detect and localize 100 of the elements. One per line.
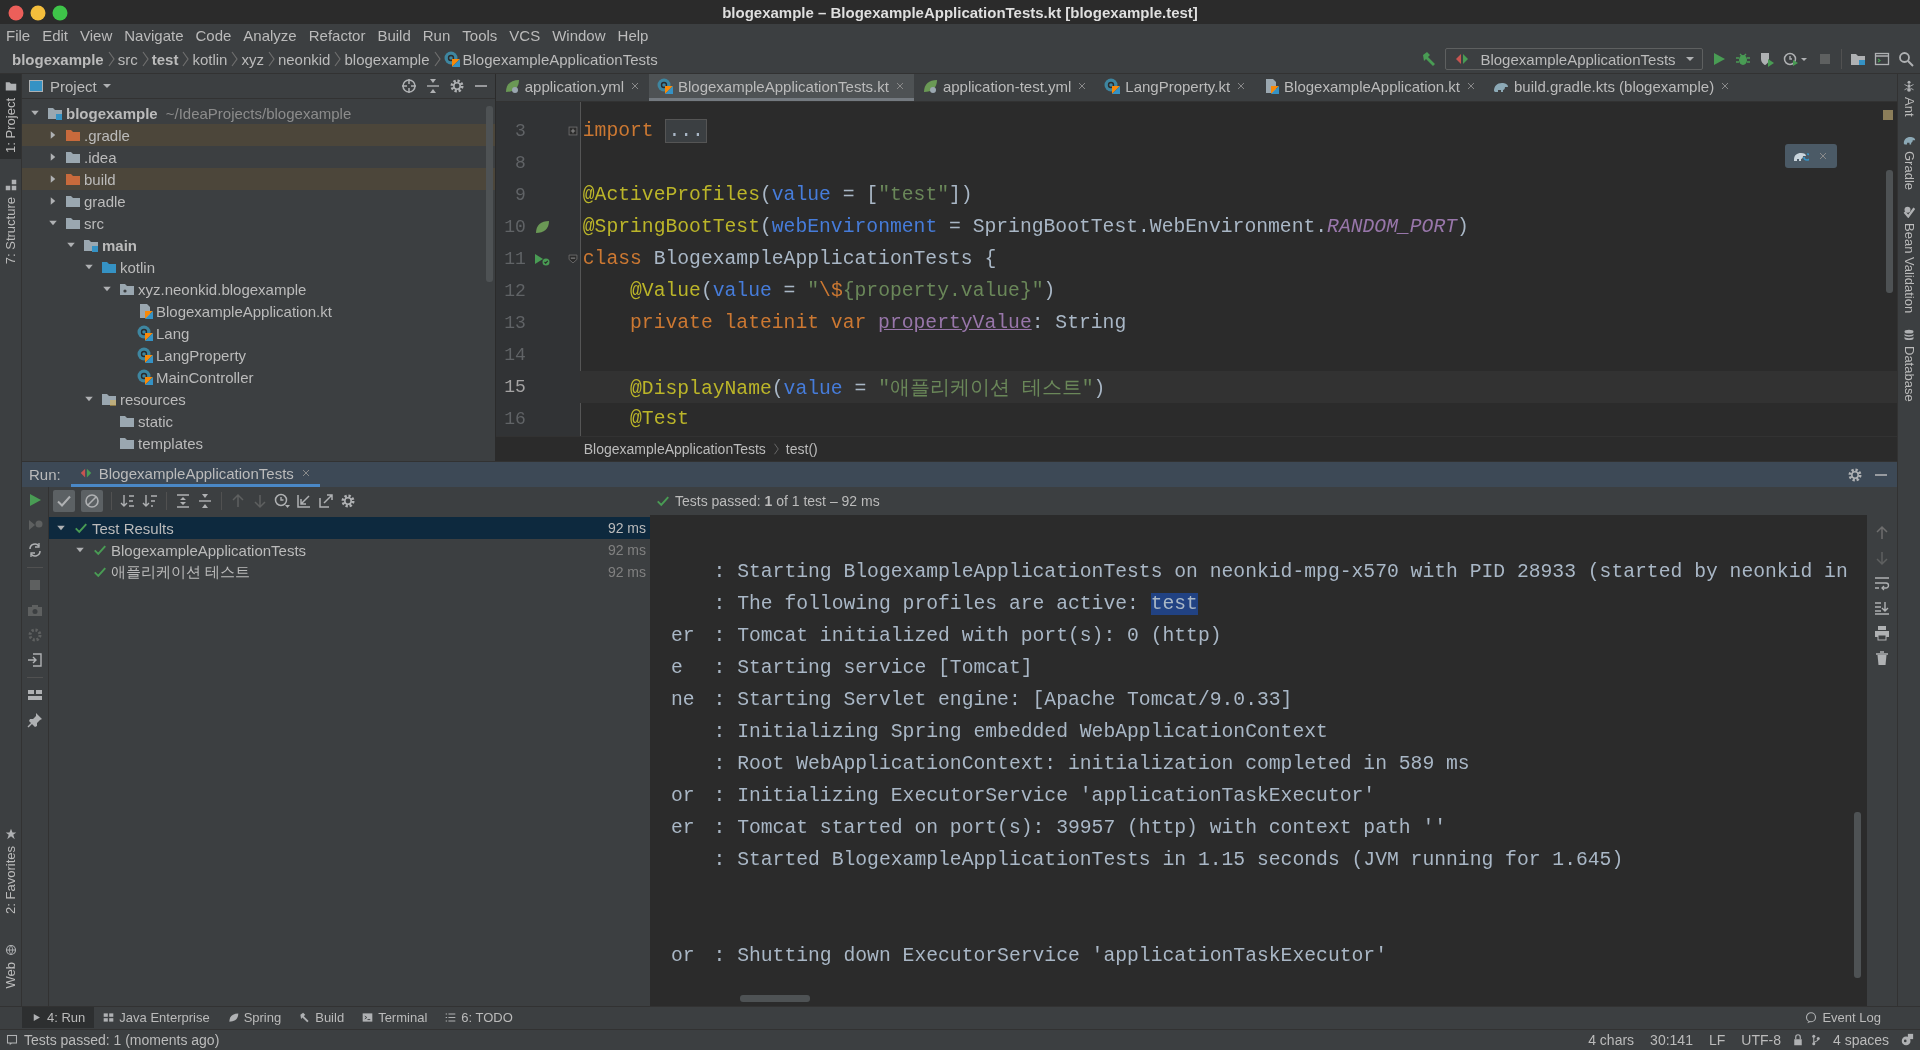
tree-item[interactable]: MainController [22, 366, 495, 389]
tool-window-button[interactable]: 2: Favorites [0, 821, 21, 920]
branch-icon[interactable] [1809, 1033, 1822, 1046]
breadcrumb[interactable]: BlogexampleApplicationTests [583, 441, 766, 458]
run-icon[interactable] [27, 492, 43, 509]
tree-item[interactable]: blogexample ~/IdeaProjects/blogexample [22, 102, 495, 125]
folded-code[interactable]: ... [665, 119, 707, 144]
tool-window-button[interactable]: Build [290, 1007, 354, 1029]
menu-item[interactable]: Code [189, 26, 238, 44]
breadcrumb[interactable]: kotlin [192, 50, 228, 68]
maximize-button[interactable] [52, 5, 68, 21]
project-structure-icon[interactable] [1850, 51, 1866, 68]
toggle-auto-test-icon[interactable] [27, 542, 43, 559]
tool-window-button[interactable]: Ant [1898, 80, 1920, 117]
project-view-dropdown[interactable]: Project [28, 77, 393, 95]
editor-tab[interactable]: application.yml [495, 74, 649, 102]
panel-icon[interactable] [6, 1033, 18, 1046]
terminal-icon[interactable] [1874, 51, 1890, 68]
history-icon[interactable] [274, 493, 290, 510]
editor-tab[interactable]: BlogexampleApplicationTests.kt [648, 74, 914, 102]
tree-item[interactable]: xyz.neonkid.blogexample [22, 278, 495, 301]
breadcrumb[interactable]: neonkid [277, 50, 331, 68]
collapse-all-icon[interactable] [197, 493, 213, 510]
run-tab[interactable]: BlogexampleApplicationTests [70, 462, 320, 488]
tree-item[interactable]: resources [22, 388, 495, 411]
pin-icon[interactable] [27, 712, 43, 729]
inspector-icon[interactable] [1900, 1032, 1914, 1047]
tool-window-button[interactable]: Bean Validation [1898, 205, 1920, 313]
menu-item[interactable]: File [0, 26, 37, 44]
run-configuration-dropdown[interactable]: BlogexampleApplicationTests [1445, 48, 1703, 71]
editor-tab[interactable]: LangProperty.kt [1096, 74, 1256, 102]
tree-item[interactable]: main [22, 234, 495, 257]
soft-wrap-icon[interactable] [1874, 575, 1890, 592]
menu-item[interactable]: Analyze [237, 26, 303, 44]
status-item[interactable]: UTF-8 [1736, 1031, 1786, 1048]
status-item[interactable]: 4 chars [1583, 1031, 1640, 1048]
tree-item[interactable]: build [22, 168, 495, 191]
status-item[interactable]: LF [1703, 1031, 1731, 1048]
tool-window-button[interactable]: Terminal [353, 1007, 437, 1029]
tree-item[interactable]: templates [22, 432, 495, 455]
search-icon[interactable] [1898, 51, 1914, 68]
leaf-icon[interactable] [533, 219, 550, 236]
tool-window-button[interactable]: 7: Structure [0, 173, 21, 271]
tool-window-button[interactable]: Spring [218, 1007, 291, 1029]
expand-all-icon[interactable] [175, 493, 191, 510]
status-item[interactable]: 4 spaces [1827, 1031, 1894, 1048]
coverage-icon[interactable] [1759, 51, 1775, 68]
tool-window-button[interactable]: Web [0, 937, 21, 995]
breadcrumb[interactable]: blogexample [344, 50, 430, 68]
collapse-icon[interactable] [424, 78, 441, 95]
event-log-button[interactable]: Event Log [1796, 1007, 1890, 1029]
tool-window-button[interactable]: 6: TODO [436, 1007, 522, 1029]
breadcrumb[interactable]: src [117, 50, 138, 68]
debug-icon[interactable] [1735, 51, 1751, 68]
exit-icon[interactable] [27, 652, 43, 669]
editor-tab[interactable]: build.gradle.kts (blogexample) [1485, 74, 1740, 102]
menu-item[interactable]: Build [371, 26, 417, 44]
tree-item[interactable]: src [22, 212, 495, 235]
test-tree-item[interactable]: BlogexampleApplicationTests 92 ms [49, 539, 650, 562]
run-test-icon[interactable] [533, 251, 550, 268]
breadcrumb[interactable]: test [151, 50, 179, 68]
test-tree-item[interactable]: Test Results 92 ms [49, 517, 650, 540]
hammer-icon[interactable] [1421, 51, 1437, 68]
menu-item[interactable]: Help [611, 26, 655, 44]
load-changes-button[interactable] [1785, 144, 1837, 169]
tree-item[interactable]: .gradle [22, 124, 495, 147]
tree-item[interactable]: Lang [22, 322, 495, 345]
menu-item[interactable]: Navigate [118, 26, 190, 44]
import-icon[interactable] [296, 493, 312, 510]
menu-item[interactable]: View [74, 26, 119, 44]
breadcrumb[interactable]: blogexample [12, 50, 104, 68]
breadcrumb[interactable]: xyz [241, 50, 264, 68]
breadcrumb[interactable]: BlogexampleApplicationTests [443, 50, 658, 68]
tree-item[interactable]: .idea [22, 146, 495, 169]
menu-item[interactable]: Refactor [302, 26, 372, 44]
tool-window-button[interactable]: Database [1898, 328, 1920, 402]
print-icon[interactable] [1874, 625, 1890, 642]
tree-item[interactable]: kotlin [22, 256, 495, 279]
tool-window-button[interactable]: Java Enterprise [94, 1007, 219, 1029]
scroll-to-end-icon[interactable] [1874, 600, 1890, 617]
menu-item[interactable]: VCS [503, 26, 547, 44]
show-ignored-toggle[interactable] [81, 490, 103, 513]
menu-item[interactable]: Tools [456, 26, 504, 44]
editor-tab[interactable]: application-test.yml [913, 74, 1097, 102]
breadcrumb[interactable]: test() [785, 441, 818, 458]
status-item[interactable]: 30:141 [1645, 1031, 1698, 1048]
tool-window-button[interactable]: Gradle [1898, 132, 1920, 190]
tool-window-button[interactable]: 1: Project [0, 74, 21, 159]
run-icon[interactable] [1711, 51, 1727, 68]
lock-icon[interactable] [1791, 1033, 1804, 1046]
show-passed-toggle[interactable] [53, 490, 75, 513]
editor-tab[interactable]: BlogexampleApplication.kt [1255, 74, 1486, 102]
tree-item[interactable]: BlogexampleApplication.kt [22, 300, 495, 323]
menu-item[interactable]: Edit [36, 26, 75, 44]
minimize-button[interactable] [30, 5, 46, 21]
export-icon[interactable] [318, 493, 334, 510]
tree-item[interactable]: gradle [22, 190, 495, 213]
close-button[interactable] [8, 5, 24, 21]
tree-item[interactable]: LangProperty [22, 344, 495, 367]
trash-icon[interactable] [1874, 650, 1890, 667]
